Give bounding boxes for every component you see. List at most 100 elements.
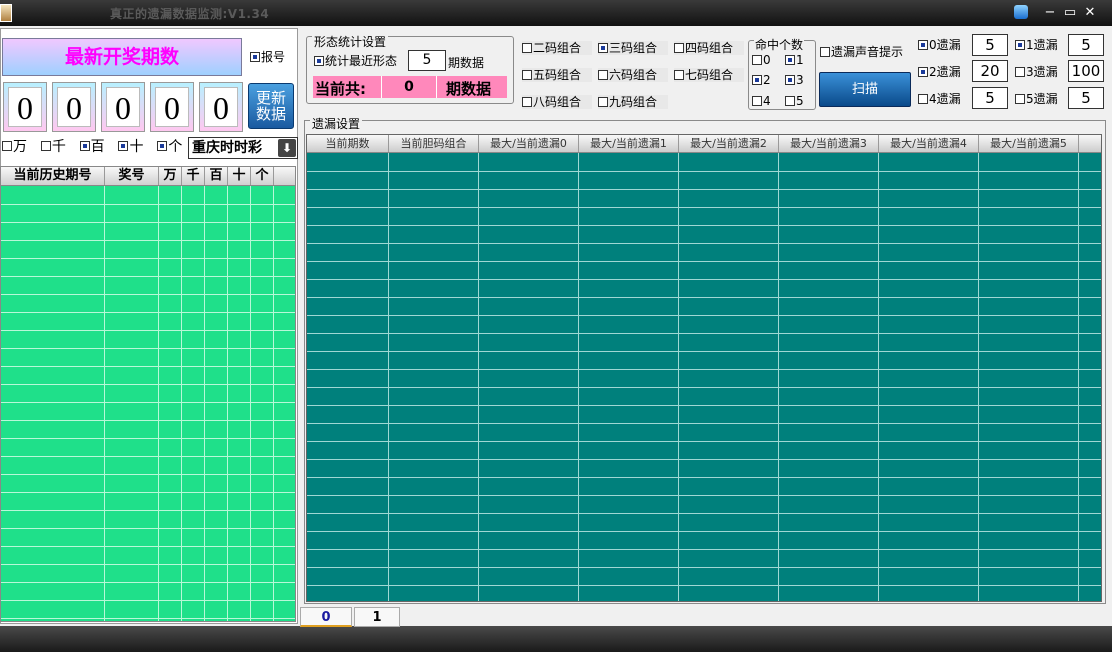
hit-1-checkbox[interactable]: 1	[785, 53, 804, 67]
dropdown-arrow-icon[interactable]: ⬇	[278, 139, 296, 157]
col-header[interactable]: 最大/当前遗漏2	[679, 135, 779, 152]
scan-button[interactable]: 扫描	[819, 72, 911, 107]
miss-settings-legend: 遗漏设置	[310, 115, 363, 132]
col-header[interactable]: 奖号	[105, 167, 159, 185]
report-check-icon	[250, 51, 260, 62]
combo-3-checkbox[interactable]: 三码组合	[598, 41, 668, 55]
check-icon	[1015, 93, 1025, 104]
col-header[interactable]: 当前胆码组合	[389, 135, 479, 152]
hit-5-checkbox[interactable]: 5	[785, 94, 804, 108]
col-header[interactable]: 最大/当前遗漏4	[879, 135, 979, 152]
col-header[interactable]: 最大/当前遗漏0	[479, 135, 579, 152]
combo-4-checkbox[interactable]: 四码组合	[674, 41, 744, 55]
miss-3-input[interactable]: 100	[1068, 60, 1104, 82]
miss-label: 0遗漏	[929, 38, 961, 52]
miss-3-checkbox[interactable]: 3遗漏	[1015, 65, 1058, 79]
check-icon	[752, 74, 762, 85]
hit-label: 3	[796, 73, 804, 87]
combo-label: 五码组合	[533, 68, 582, 82]
col-header[interactable]: 最大/当前遗漏3	[779, 135, 879, 152]
hit-3-checkbox[interactable]: 3	[785, 73, 804, 87]
col-header[interactable]: 当前期数	[307, 135, 389, 152]
check-icon	[785, 54, 795, 65]
update-data-button[interactable]: 更新 数据	[248, 83, 294, 129]
total-count: 0	[381, 76, 437, 98]
check-icon	[40, 141, 51, 151]
check-icon	[522, 96, 532, 107]
skin-icon[interactable]	[1014, 5, 1028, 19]
miss-grid-lines	[307, 153, 1101, 601]
combo-9-checkbox[interactable]: 九码组合	[598, 95, 668, 109]
tab-0[interactable]: 0	[300, 607, 352, 627]
miss-1-checkbox[interactable]: 1遗漏	[1015, 38, 1058, 52]
combo-label: 八码组合	[533, 95, 582, 109]
col-header[interactable]: 千	[182, 167, 205, 185]
lottery-value: 重庆时时彩	[192, 140, 262, 156]
position-label: 万	[13, 139, 27, 155]
combo-6-checkbox[interactable]: 六码组合	[598, 68, 668, 82]
hit-4-checkbox[interactable]: 4	[752, 94, 771, 108]
check-icon	[674, 69, 684, 80]
combo-8-checkbox[interactable]: 八码组合	[522, 95, 592, 109]
miss-2-input[interactable]: 20	[972, 60, 1008, 82]
miss-2-checkbox[interactable]: 2遗漏	[918, 65, 961, 79]
col-header[interactable]: 最大/当前遗漏1	[579, 135, 679, 152]
digit-value: 0	[57, 87, 91, 127]
report-label: 报号	[261, 50, 286, 64]
miss-5-input[interactable]: 5	[1068, 87, 1104, 109]
miss-4-checkbox[interactable]: 4遗漏	[918, 92, 961, 106]
history-grid[interactable]: 当前历史期号 奖号 万 千 百 十 个	[0, 166, 296, 622]
combo-7-checkbox[interactable]: 七码组合	[674, 68, 744, 82]
position-bai-checkbox[interactable]: 百	[79, 139, 105, 155]
tab-1[interactable]: 1	[354, 607, 400, 627]
history-grid-header: 当前历史期号 奖号 万 千 百 十 个	[1, 167, 295, 186]
check-icon	[918, 93, 928, 104]
hit-2-checkbox[interactable]: 2	[752, 73, 771, 87]
check-icon	[918, 66, 928, 77]
col-header[interactable]: 个	[251, 167, 274, 185]
position-wan-checkbox[interactable]: 万	[2, 139, 27, 155]
position-ge-checkbox[interactable]: 个	[157, 139, 182, 155]
miss-0-checkbox[interactable]: 0遗漏	[918, 38, 961, 52]
combo-5-checkbox[interactable]: 五码组合	[522, 68, 592, 82]
col-header[interactable]: 百	[205, 167, 228, 185]
miss-1-input[interactable]: 5	[1068, 34, 1104, 56]
recent-count-input[interactable]: 5	[408, 50, 446, 71]
lottery-select[interactable]: 重庆时时彩 ⬇	[188, 137, 298, 159]
hit-0-checkbox[interactable]: 0	[752, 53, 771, 67]
miss-0-input[interactable]: 5	[972, 34, 1008, 56]
check-icon	[752, 54, 762, 65]
miss-grid[interactable]: 当前期数 当前胆码组合 最大/当前遗漏0 最大/当前遗漏1 最大/当前遗漏2 最…	[306, 134, 1102, 602]
position-qian-checkbox[interactable]: 千	[40, 139, 66, 155]
check-icon	[522, 42, 532, 53]
combo-label: 七码组合	[685, 68, 734, 82]
digit-value: 0	[155, 87, 189, 127]
hit-label: 2	[763, 73, 771, 87]
position-label: 十	[129, 139, 144, 155]
miss-label: 2遗漏	[929, 65, 961, 79]
position-label: 个	[168, 139, 183, 155]
combo-2-checkbox[interactable]: 二码组合	[522, 41, 592, 55]
close-icon[interactable]: ✕	[1081, 4, 1099, 22]
miss-grid-header: 当前期数 当前胆码组合 最大/当前遗漏0 最大/当前遗漏1 最大/当前遗漏2 最…	[307, 135, 1101, 153]
check-icon	[157, 141, 168, 151]
col-header[interactable]: 当前历史期号	[1, 167, 105, 185]
restore-icon[interactable]: ▭	[1061, 4, 1079, 22]
report-checkbox[interactable]: 报号	[250, 50, 285, 64]
miss-5-checkbox[interactable]: 5遗漏	[1015, 92, 1058, 106]
hit-label: 1	[796, 53, 804, 67]
position-options: 万 千 百 十 个	[2, 140, 192, 154]
check-icon	[314, 55, 324, 66]
recent-shape-label: 统计最近形态	[325, 54, 398, 68]
col-header[interactable]: 最大/当前遗漏5	[979, 135, 1079, 152]
position-shi-checkbox[interactable]: 十	[118, 139, 143, 155]
check-icon	[1015, 66, 1025, 77]
recent-unit-label: 期数据	[448, 56, 485, 70]
recent-shape-checkbox[interactable]: 统计最近形态	[314, 54, 397, 68]
miss-4-input[interactable]: 5	[972, 87, 1008, 109]
sound-alert-checkbox[interactable]: 遗漏声音提示	[820, 45, 903, 59]
check-icon	[674, 42, 684, 53]
col-header[interactable]: 十	[228, 167, 251, 185]
col-header[interactable]: 万	[159, 167, 182, 185]
minimize-icon[interactable]: −	[1041, 4, 1059, 22]
